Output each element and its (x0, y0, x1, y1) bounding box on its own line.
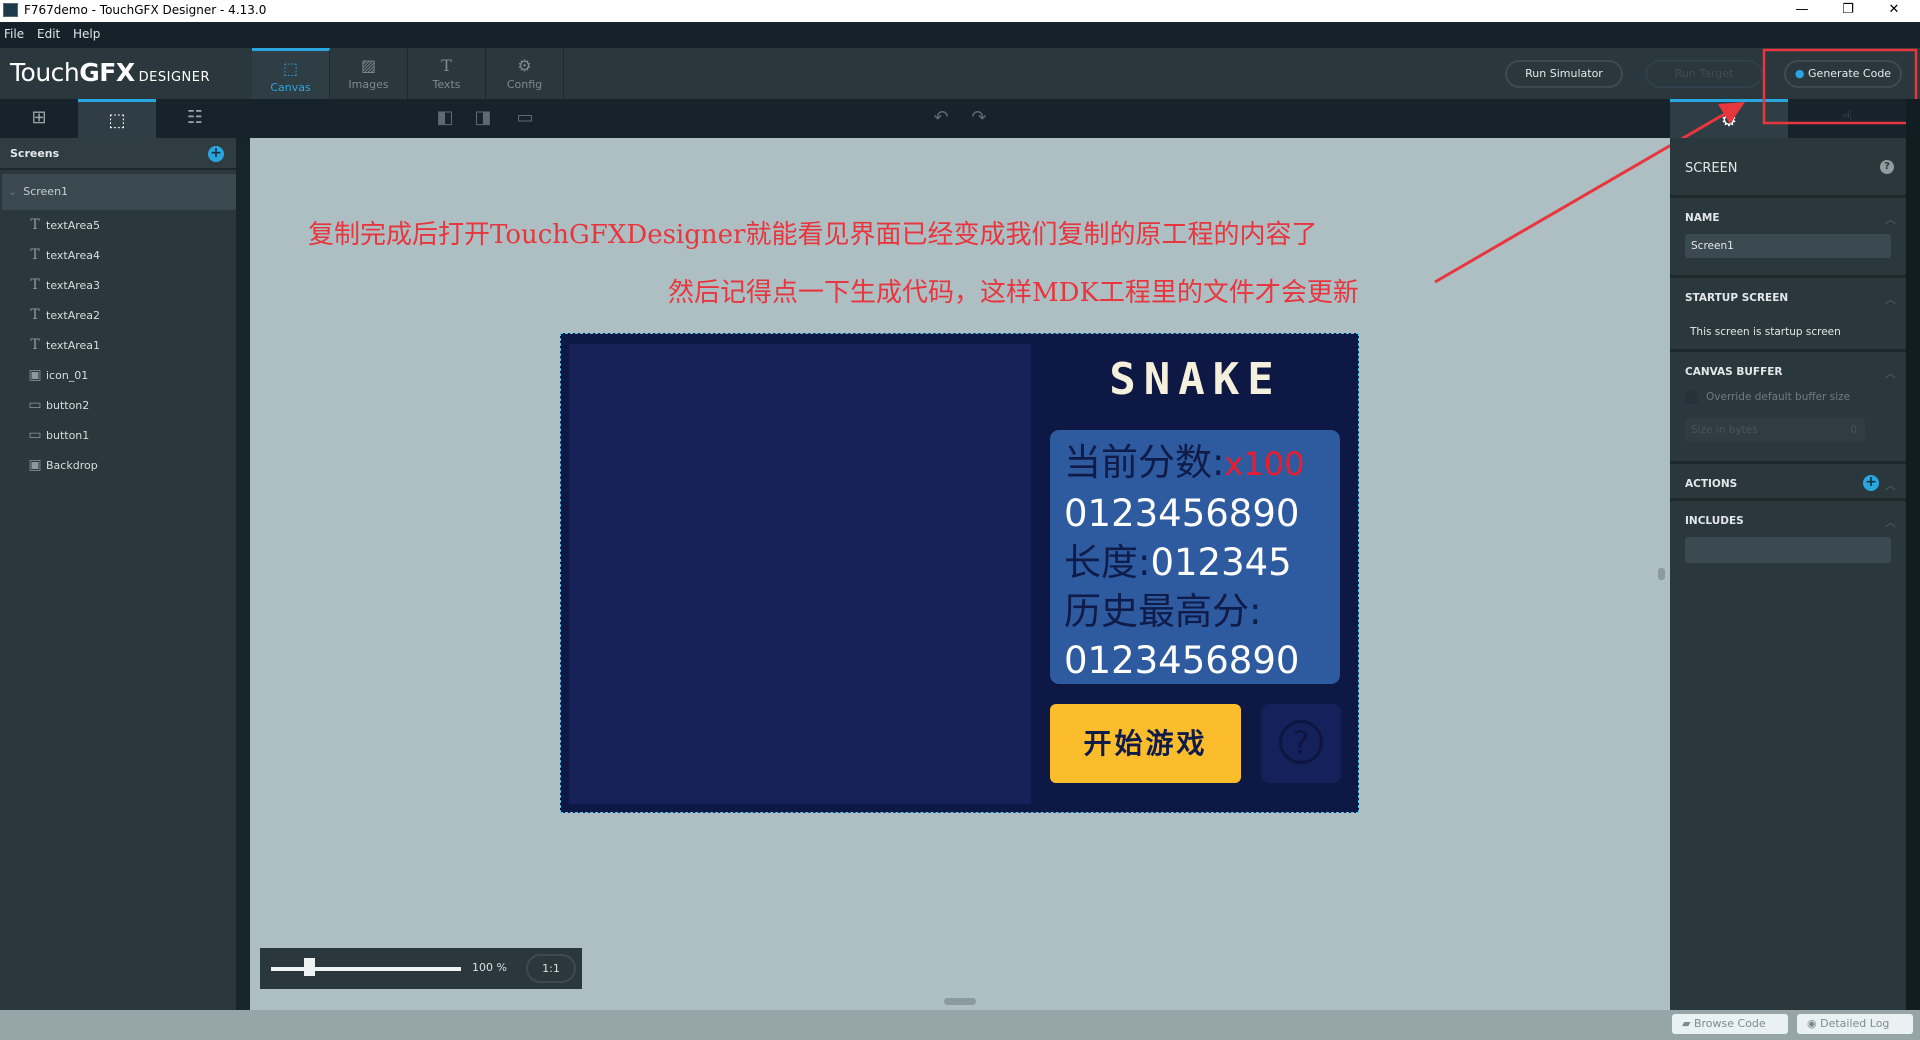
high-score-label: 历史最高分: (1064, 590, 1262, 633)
score-panel: 当前分数:x100 0123456890 长度:012345 历史最高分: 01… (1050, 430, 1340, 684)
chevron-up-icon[interactable]: ︿ (1885, 365, 1896, 381)
arrow-head (1718, 102, 1745, 124)
question-icon: ? (1279, 720, 1323, 764)
zoom-slider[interactable] (271, 967, 461, 971)
canvas-buffer-section: CANVAS BUFFER ︿ Override default buffer … (1670, 354, 1906, 464)
browse-code-button[interactable]: ▰ Browse Code (1672, 1014, 1788, 1034)
name-label: NAME (1685, 212, 1720, 224)
score-value: 0123456890 (1064, 492, 1300, 535)
zoom-slider-thumb[interactable] (304, 958, 315, 976)
right-edge (1906, 99, 1920, 1010)
zoom-value: 100 % (472, 961, 507, 974)
size-input: Size in bytes 0 (1685, 418, 1865, 442)
startup-label: STARTUP SCREEN (1685, 292, 1789, 304)
add-action-icon[interactable]: + (1863, 475, 1879, 491)
length-value: 012345 (1150, 541, 1292, 584)
highlight-box (1762, 48, 1918, 125)
actions-label: ACTIONS (1685, 478, 1738, 490)
folder-icon: ▰ (1682, 1017, 1694, 1030)
help-icon[interactable]: ? (1880, 160, 1894, 174)
name-section: NAME ︿ Screen1 (1670, 200, 1906, 278)
detailed-log-button[interactable]: ◉ Detailed Log (1797, 1014, 1913, 1034)
screen-section: SCREEN ? (1670, 138, 1906, 198)
score-multiplier: x100 (1224, 445, 1305, 483)
properties-panel: SCREEN ? NAME ︿ Screen1 STARTUP SCREEN ︿… (1670, 138, 1906, 1010)
actions-section: ACTIONS + ︿ (1670, 466, 1906, 501)
status-bar: ▰ Browse Code ◉ Detailed Log (0, 1010, 1920, 1040)
high-score-value: 0123456890 (1064, 639, 1300, 682)
properties-title: SCREEN (1685, 161, 1738, 176)
game-title: SNAKE (1109, 354, 1282, 405)
chevron-up-icon[interactable]: ︿ (1885, 477, 1896, 493)
name-input[interactable]: Screen1 (1685, 234, 1891, 258)
help-button[interactable]: ? (1261, 704, 1341, 783)
includes-label: INCLUDES (1685, 515, 1744, 527)
start-game-button[interactable]: 开始游戏 (1050, 704, 1241, 783)
buffer-label: CANVAS BUFFER (1685, 366, 1783, 378)
includes-section: INCLUDES ︿ (1670, 503, 1906, 573)
zoom-control: 100 % 1:1 (260, 948, 582, 989)
length-label: 长度: (1064, 541, 1151, 584)
override-label: Override default buffer size (1706, 391, 1851, 403)
canvas-scroll-handle[interactable] (944, 998, 976, 1005)
log-icon: ◉ (1807, 1017, 1821, 1030)
zoom-reset-button[interactable]: 1:1 (526, 954, 576, 983)
canvas-vscroll-handle[interactable] (1658, 568, 1665, 580)
includes-input[interactable] (1685, 537, 1891, 563)
score-label: 当前分数: (1064, 441, 1225, 484)
override-checkbox[interactable] (1685, 391, 1698, 404)
startup-text: This screen is startup screen (1690, 326, 1841, 338)
chevron-up-icon[interactable]: ︿ (1885, 211, 1896, 227)
screen-preview[interactable]: SNAKE 当前分数:x100 0123456890 长度:012345 历史最… (560, 333, 1359, 813)
game-area (569, 344, 1031, 804)
chevron-up-icon[interactable]: ︿ (1885, 514, 1896, 530)
chevron-up-icon[interactable]: ︿ (1885, 291, 1896, 307)
startup-section: STARTUP SCREEN ︿ This screen is startup … (1670, 280, 1906, 352)
